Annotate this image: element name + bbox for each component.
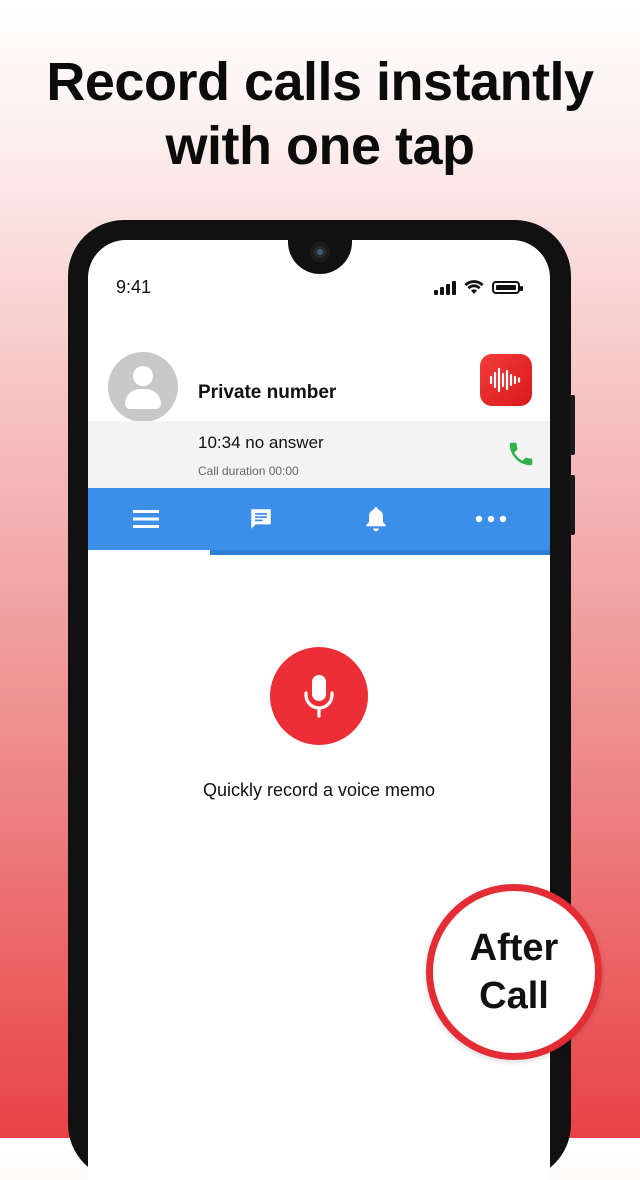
- status-time: 9:41: [116, 277, 152, 297]
- call-duration: Call duration 00:00: [198, 464, 299, 478]
- tab-more[interactable]: [433, 488, 548, 550]
- volume-up-button: [570, 395, 575, 455]
- headline-line-1: Record calls instantly: [46, 52, 594, 112]
- bell-icon: [365, 507, 386, 532]
- badge-line-1: After: [469, 927, 559, 969]
- status-icons: [434, 280, 523, 295]
- notch: [288, 240, 352, 274]
- signal-icon: [434, 280, 456, 295]
- after-call-badge: After Call: [426, 884, 602, 1060]
- menu-icon: [132, 510, 159, 528]
- tab-indicator-track: [210, 550, 550, 555]
- caller-name: Private number: [198, 382, 337, 403]
- record-memo-label: Quickly record a voice memo: [202, 780, 436, 800]
- sound-wave-icon: [489, 367, 521, 393]
- wifi-icon: [464, 280, 484, 294]
- microphone-icon: [304, 675, 334, 718]
- message-icon: [250, 509, 271, 529]
- badge-line-2: Call: [479, 975, 549, 1017]
- headline: Record calls instantly with one tap: [0, 50, 640, 178]
- tab-selected-indicator: [88, 550, 210, 554]
- record-memo-button[interactable]: [270, 647, 368, 745]
- tab-menu[interactable]: [88, 488, 203, 550]
- phone-icon[interactable]: [506, 439, 536, 469]
- camera-icon: [310, 242, 330, 262]
- app-icon[interactable]: [480, 354, 532, 406]
- headline-line-2: with one tap: [165, 116, 475, 176]
- avatar: [108, 352, 178, 422]
- tab-notifications[interactable]: [318, 488, 433, 550]
- call-status: 10:34 no answer: [198, 433, 324, 452]
- call-info-strip: 10:34 no answer Call duration 00:00: [88, 421, 550, 489]
- tab-bar: [88, 488, 550, 550]
- volume-down-button: [570, 475, 575, 535]
- battery-icon: [492, 281, 523, 294]
- more-icon: [475, 515, 506, 523]
- tab-messages[interactable]: [203, 488, 318, 550]
- person-icon: [133, 366, 153, 386]
